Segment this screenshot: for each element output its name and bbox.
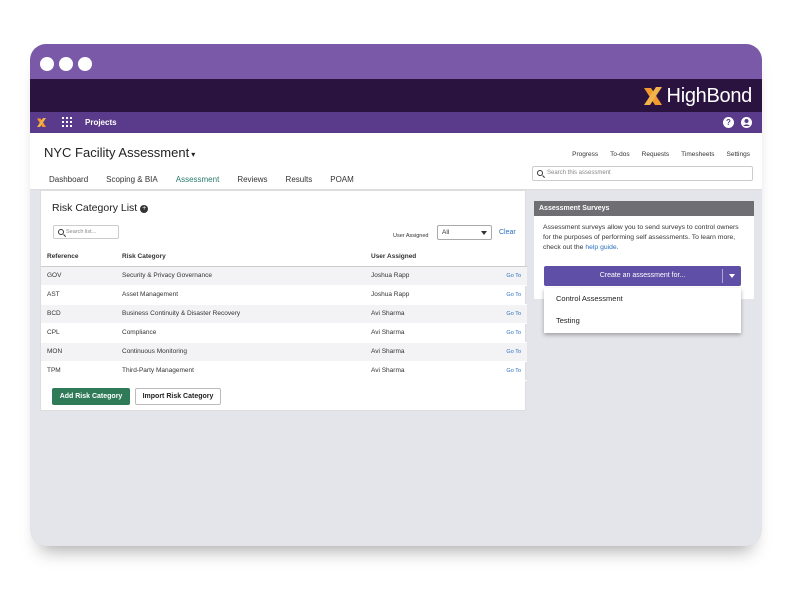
- tab-bar: Dashboard Scoping & BIA Assessment Revie…: [40, 172, 363, 192]
- user-assigned-label: User Assigned: [393, 233, 429, 239]
- chevron-down-icon[interactable]: [729, 274, 735, 278]
- column-header[interactable]: Reference: [41, 248, 122, 267]
- risk-category-table: Reference Risk Category User Assigned GO…: [41, 248, 527, 381]
- cell-user: Avi Sharma: [371, 323, 479, 343]
- chevron-down-icon: [481, 231, 487, 235]
- table-row: BCD Business Continuity & Disaster Recov…: [41, 304, 527, 324]
- link-requests[interactable]: Requests: [642, 151, 669, 158]
- cell-category: Business Continuity & Disaster Recovery: [122, 304, 371, 324]
- cell-category: Security & Privacy Governance: [122, 266, 371, 286]
- cell-user: Avi Sharma: [371, 304, 479, 324]
- nav-projects[interactable]: Projects: [85, 118, 117, 127]
- goto-link[interactable]: Go To: [478, 266, 527, 286]
- clear-link[interactable]: Clear: [499, 229, 516, 236]
- cell-user: Avi Sharma: [371, 342, 479, 362]
- chevron-down-icon[interactable]: ▾: [191, 150, 195, 159]
- cell-reference: MON: [41, 342, 122, 362]
- menu-item-control-assessment[interactable]: Control Assessment: [544, 288, 741, 310]
- column-header: [478, 248, 527, 267]
- import-risk-category-button[interactable]: Import Risk Category: [135, 388, 221, 405]
- cell-reference: GOV: [41, 266, 122, 286]
- goto-link[interactable]: Go To: [478, 323, 527, 343]
- cell-user: Joshua Rapp: [371, 285, 479, 305]
- link-progress[interactable]: Progress: [572, 151, 598, 158]
- header-links: Progress To-dos Requests Timesheets Sett…: [572, 151, 750, 158]
- tab-dashboard[interactable]: Dashboard: [40, 172, 97, 192]
- window-titlebar: [30, 44, 762, 79]
- surveys-description: Assessment surveys allow you to send sur…: [543, 224, 739, 251]
- table-row: AST Asset Management Joshua Rapp Go To: [41, 285, 527, 305]
- help-guide-link[interactable]: help guide: [585, 244, 616, 251]
- menu-item-testing[interactable]: Testing: [544, 310, 741, 332]
- link-todos[interactable]: To-dos: [610, 151, 630, 158]
- risk-category-title: Risk Category List +: [52, 202, 149, 214]
- divider: [722, 269, 723, 283]
- window-dot[interactable]: [59, 57, 73, 71]
- column-header[interactable]: Risk Category: [122, 248, 371, 267]
- tab-reviews[interactable]: Reviews: [228, 172, 276, 192]
- home-logo-icon[interactable]: [36, 117, 47, 128]
- cell-category: Third-Party Management: [122, 361, 371, 381]
- window-dot[interactable]: [78, 57, 92, 71]
- link-timesheets[interactable]: Timesheets: [681, 151, 714, 158]
- goto-link[interactable]: Go To: [478, 361, 527, 381]
- window-dot[interactable]: [40, 57, 54, 71]
- create-assessment-button[interactable]: Create an assessment for...: [544, 266, 741, 286]
- table-row: TPM Third-Party Management Avi Sharma Go…: [41, 361, 527, 381]
- tab-results[interactable]: Results: [277, 172, 322, 192]
- highbond-x-icon: [643, 87, 662, 105]
- cell-user: Joshua Rapp: [371, 266, 479, 286]
- assessment-surveys-panel: Assessment Surveys Assessment surveys al…: [534, 201, 754, 299]
- brand-bar: HighBond: [30, 79, 762, 112]
- tab-assessment[interactable]: Assessment: [166, 172, 229, 192]
- create-assessment-menu: Control Assessment Testing: [544, 288, 741, 333]
- cell-category: Continuous Monitoring: [122, 342, 371, 362]
- top-nav: Projects ?: [30, 112, 762, 133]
- help-icon[interactable]: ?: [723, 117, 734, 128]
- search-list-input[interactable]: Search list...: [53, 225, 119, 239]
- goto-link[interactable]: Go To: [478, 304, 527, 324]
- add-risk-category-button[interactable]: Add Risk Category: [52, 388, 130, 405]
- table-row: GOV Security & Privacy Governance Joshua…: [41, 266, 527, 286]
- link-settings[interactable]: Settings: [727, 151, 751, 158]
- search-icon: [537, 170, 543, 176]
- goto-link[interactable]: Go To: [478, 285, 527, 305]
- cell-reference: TPM: [41, 361, 122, 381]
- cell-user: Avi Sharma: [371, 361, 479, 381]
- cell-category: Asset Management: [122, 285, 371, 305]
- tab-poam[interactable]: POAM: [321, 172, 363, 192]
- risk-category-card: Risk Category List + Search list... User …: [40, 190, 527, 411]
- column-header[interactable]: User Assigned: [371, 248, 479, 267]
- add-plus-icon[interactable]: +: [140, 205, 149, 213]
- cell-reference: BCD: [41, 304, 122, 324]
- search-icon: [58, 229, 64, 235]
- user-icon[interactable]: [741, 117, 752, 128]
- page-header: NYC Facility Assessment ▾ Progress To-dos…: [30, 133, 762, 192]
- page-title[interactable]: NYC Facility Assessment ▾: [44, 145, 195, 160]
- tab-scoping-bia[interactable]: Scoping & BIA: [97, 172, 167, 192]
- app-window: HighBond Projects ? NYC Facility Assessm…: [30, 44, 762, 546]
- cell-reference: AST: [41, 285, 122, 305]
- app-launcher-icon[interactable]: [62, 117, 72, 127]
- table-row: MON Continuous Monitoring Avi Sharma Go …: [41, 342, 527, 362]
- panel-title: Assessment Surveys: [534, 201, 754, 216]
- cell-category: Compliance: [122, 323, 371, 343]
- search-assessment-input[interactable]: Search this assessment: [532, 166, 753, 181]
- goto-link[interactable]: Go To: [478, 342, 527, 362]
- brand-name: HighBond: [666, 84, 753, 107]
- cell-reference: CPL: [41, 323, 122, 343]
- highbond-logo: HighBond: [642, 83, 752, 109]
- table-row: CPL Compliance Avi Sharma Go To: [41, 323, 527, 343]
- user-assigned-select[interactable]: All: [437, 225, 492, 240]
